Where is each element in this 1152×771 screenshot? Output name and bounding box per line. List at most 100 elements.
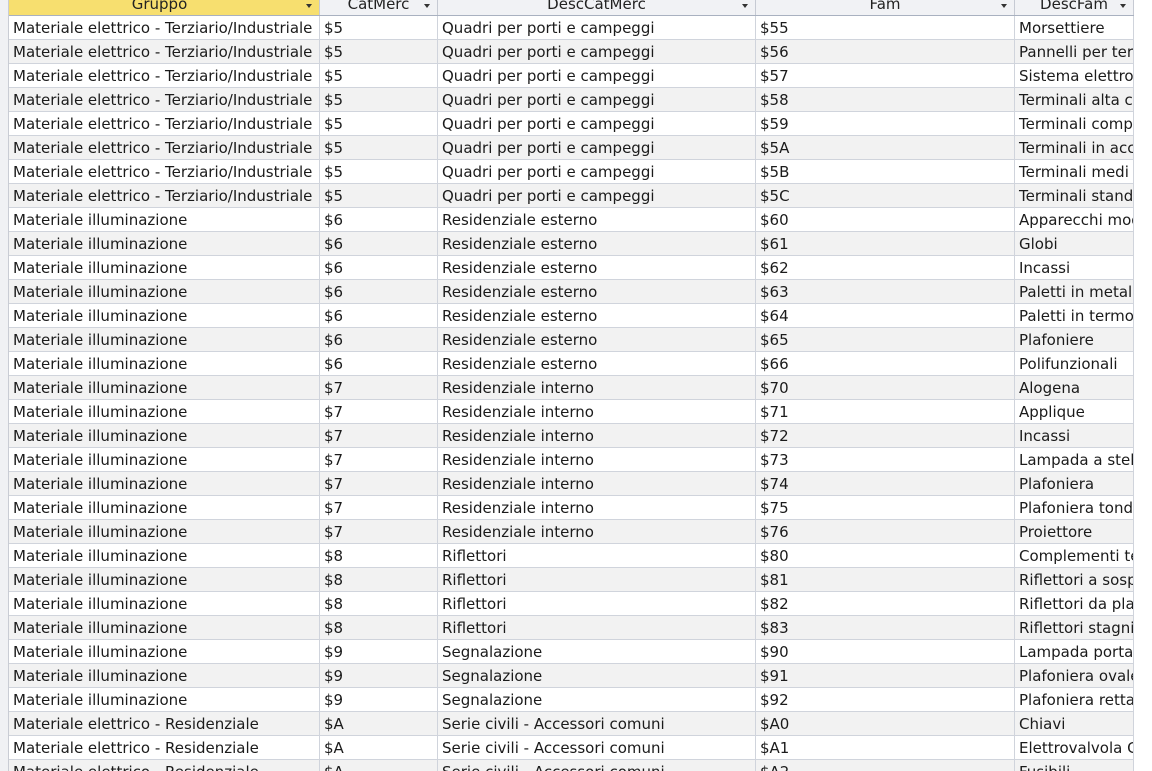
descfam-cell[interactable]: Proiettore	[1015, 520, 1134, 544]
table-row[interactable]: Materiale illuminazione $7 Residenziale in…	[0, 496, 1152, 520]
dropdown-arrow-icon[interactable]	[306, 4, 312, 8]
table-row[interactable]: Materiale elettrico - Terziario/Industri…	[0, 64, 1152, 88]
table-row[interactable]: Materiale elettrico - Terziario/Industri…	[0, 160, 1152, 184]
fam-cell[interactable]: $63	[756, 280, 1015, 304]
fam-cell[interactable]: $A1	[756, 736, 1015, 760]
column-header-catmerc[interactable]: CatMerc	[320, 0, 438, 15]
table-row[interactable]: Materiale elettrico - Residenziale$ASeri…	[0, 736, 1152, 760]
fam-cell[interactable]: $80	[756, 544, 1015, 568]
catmerc-cell[interactable]: $6	[320, 304, 438, 328]
fam-cell[interactable]: $91	[756, 664, 1015, 688]
desccatmerc-cell[interactable]: Residenziale interno	[438, 424, 756, 448]
fam-cell[interactable]: $72	[756, 424, 1015, 448]
column-header-descfam[interactable]: DescFam	[1015, 0, 1134, 15]
desccatmerc-cell[interactable]: Residenziale esterno	[438, 328, 756, 352]
table-row[interactable]: Materiale illuminazione $7 Residenziale in…	[0, 520, 1152, 544]
catmerc-cell[interactable]: $9	[320, 688, 438, 712]
desccatmerc-cell[interactable]: Residenziale esterno	[438, 352, 756, 376]
desccatmerc-cell[interactable]: Riflettori	[438, 544, 756, 568]
catmerc-cell[interactable]: $6	[320, 328, 438, 352]
fam-cell[interactable]: $64	[756, 304, 1015, 328]
descfam-cell[interactable]: Plafoniera	[1015, 472, 1134, 496]
gruppo-cell[interactable]: Materiale illuminazione	[9, 664, 320, 688]
fam-cell[interactable]: $74	[756, 472, 1015, 496]
fam-cell[interactable]: $57	[756, 64, 1015, 88]
gruppo-cell[interactable]: Materiale illuminazione	[9, 496, 320, 520]
descfam-cell[interactable]: Terminali comp	[1015, 112, 1134, 136]
descfam-cell[interactable]: Plafoniera tond	[1015, 496, 1134, 520]
desccatmerc-cell[interactable]: Quadri per porti e campeggi	[438, 88, 756, 112]
gruppo-cell[interactable]: Materiale illuminazione	[9, 304, 320, 328]
desccatmerc-cell[interactable]: Segnalazione	[438, 688, 756, 712]
desccatmerc-cell[interactable]: Residenziale interno	[438, 496, 756, 520]
gruppo-cell[interactable]: Materiale illuminazione	[9, 592, 320, 616]
table-row[interactable]: Materiale illuminazione $8 Riflettori $81 Ri…	[0, 568, 1152, 592]
gruppo-cell[interactable]: Materiale elettrico - Terziario/Industri…	[9, 112, 320, 136]
catmerc-cell[interactable]: $5	[320, 112, 438, 136]
table-row[interactable]: Materiale illuminazione $9 Segnalazione $90…	[0, 640, 1152, 664]
desccatmerc-cell[interactable]: Residenziale esterno	[438, 256, 756, 280]
desccatmerc-cell[interactable]: Segnalazione	[438, 640, 756, 664]
gruppo-cell[interactable]: Materiale illuminazione	[9, 280, 320, 304]
fam-cell[interactable]: $61	[756, 232, 1015, 256]
fam-cell[interactable]: $75	[756, 496, 1015, 520]
fam-cell[interactable]: $59	[756, 112, 1015, 136]
gruppo-cell[interactable]: Materiale illuminazione	[9, 232, 320, 256]
catmerc-cell[interactable]: $5	[320, 136, 438, 160]
fam-cell[interactable]: $A2	[756, 760, 1015, 771]
gruppo-cell[interactable]: Materiale illuminazione	[9, 568, 320, 592]
catmerc-cell[interactable]: $6	[320, 208, 438, 232]
catmerc-cell[interactable]: $5	[320, 184, 438, 208]
descfam-cell[interactable]: Lampada a stelo	[1015, 448, 1134, 472]
desccatmerc-cell[interactable]: Residenziale esterno	[438, 304, 756, 328]
desccatmerc-cell[interactable]: Riflettori	[438, 592, 756, 616]
descfam-cell[interactable]: Polifunzionali	[1015, 352, 1134, 376]
desccatmerc-cell[interactable]: Residenziale interno	[438, 400, 756, 424]
desccatmerc-cell[interactable]: Quadri per porti e campeggi	[438, 16, 756, 40]
fam-cell[interactable]: $65	[756, 328, 1015, 352]
table-row[interactable]: Materiale elettrico - Residenziale$ASeri…	[0, 760, 1152, 771]
fam-cell[interactable]: $66	[756, 352, 1015, 376]
catmerc-cell[interactable]: $6	[320, 232, 438, 256]
desccatmerc-cell[interactable]: Serie civili - Accessori comuni	[438, 736, 756, 760]
descfam-cell[interactable]: Riflettori stagni	[1015, 616, 1134, 640]
descfam-cell[interactable]: Terminali stand	[1015, 184, 1134, 208]
gruppo-cell[interactable]: Materiale elettrico - Residenziale	[9, 736, 320, 760]
fam-cell[interactable]: $81	[756, 568, 1015, 592]
table-row[interactable]: Materiale elettrico - Terziario/Industri…	[0, 88, 1152, 112]
desccatmerc-cell[interactable]: Residenziale interno	[438, 448, 756, 472]
catmerc-cell[interactable]: $8	[320, 568, 438, 592]
catmerc-cell[interactable]: $7	[320, 376, 438, 400]
table-row[interactable]: Materiale illuminazione $7 Residenziale in…	[0, 448, 1152, 472]
catmerc-cell[interactable]: $9	[320, 664, 438, 688]
fam-cell[interactable]: $73	[756, 448, 1015, 472]
gruppo-cell[interactable]: Materiale illuminazione	[9, 520, 320, 544]
desccatmerc-cell[interactable]: Residenziale interno	[438, 376, 756, 400]
table-row[interactable]: Materiale illuminazione $6 Residenziale es…	[0, 328, 1152, 352]
descfam-cell[interactable]: Complementi te	[1015, 544, 1134, 568]
gruppo-cell[interactable]: Materiale illuminazione	[9, 376, 320, 400]
fam-cell[interactable]: $92	[756, 688, 1015, 712]
column-header-desccatmerc[interactable]: DescCatMerc	[438, 0, 756, 15]
fam-cell[interactable]: $60	[756, 208, 1015, 232]
fam-cell[interactable]: $5C	[756, 184, 1015, 208]
table-row[interactable]: Materiale illuminazione $7 Residenziale in…	[0, 424, 1152, 448]
gruppo-cell[interactable]: Materiale elettrico - Residenziale	[9, 760, 320, 771]
gruppo-cell[interactable]: Materiale illuminazione	[9, 640, 320, 664]
descfam-cell[interactable]: Terminali in acc	[1015, 136, 1134, 160]
gruppo-cell[interactable]: Materiale elettrico - Residenziale	[9, 712, 320, 736]
catmerc-cell[interactable]: $9	[320, 640, 438, 664]
gruppo-cell[interactable]: Materiale elettrico - Terziario/Industri…	[9, 184, 320, 208]
descfam-cell[interactable]: Sistema elettron	[1015, 64, 1134, 88]
gruppo-cell[interactable]: Materiale illuminazione	[9, 400, 320, 424]
fam-cell[interactable]: $58	[756, 88, 1015, 112]
fam-cell[interactable]: $71	[756, 400, 1015, 424]
desccatmerc-cell[interactable]: Serie civili - Accessori comuni	[438, 760, 756, 771]
descfam-cell[interactable]: Applique	[1015, 400, 1134, 424]
fam-cell[interactable]: $55	[756, 16, 1015, 40]
desccatmerc-cell[interactable]: Quadri per porti e campeggi	[438, 64, 756, 88]
gruppo-cell[interactable]: Materiale illuminazione	[9, 448, 320, 472]
fam-cell[interactable]: $90	[756, 640, 1015, 664]
gruppo-cell[interactable]: Materiale illuminazione	[9, 424, 320, 448]
fam-cell[interactable]: $5A	[756, 136, 1015, 160]
